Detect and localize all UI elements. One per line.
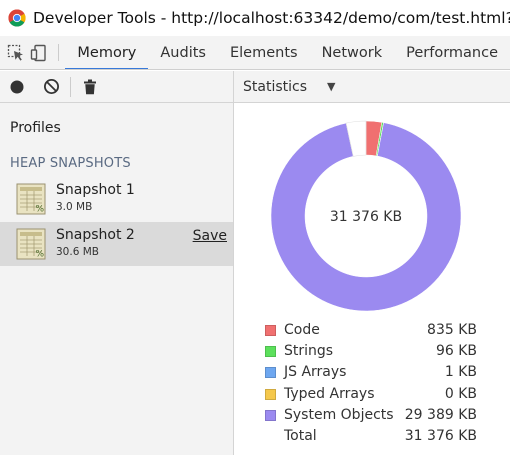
record-icon: [10, 80, 24, 93]
legend-value: 31 376 KB: [404, 427, 477, 444]
legend-row-strings: Strings 96 KB: [263, 342, 483, 363]
statistics-legend: Code 835 KB Strings 96 KB JS Arrays 1 KB Typed…: [263, 321, 483, 448]
legend-row-js-arrays: JS Arrays 1 KB: [263, 363, 483, 384]
snapshot-size: 3.0 MB: [56, 201, 93, 213]
legend-row-typed-arrays: Typed Arrays 0 KB: [263, 385, 483, 406]
memory-toolbar: Statistics ▼: [0, 71, 510, 103]
clear-icon: [43, 79, 59, 94]
legend-label: Typed Arrays: [284, 385, 375, 402]
record-button[interactable]: [0, 71, 34, 102]
legend-label: JS Arrays: [284, 364, 347, 381]
inspect-element-icon[interactable]: [4, 36, 27, 69]
devtools-tabbar: Memory Audits Elements Network Performan…: [0, 36, 510, 70]
donut-center-label: 31 376 KB: [330, 209, 402, 225]
tab-performance[interactable]: Performance: [394, 36, 510, 69]
snapshot-name: Snapshot 2: [56, 227, 135, 243]
legend-value: 96 KB: [435, 343, 477, 360]
profile-controls: [0, 71, 234, 102]
memory-donut-chart: 31 376 KB: [270, 120, 462, 312]
legend-label: Strings: [284, 343, 334, 360]
chrome-logo-icon: [8, 9, 26, 27]
legend-row-system-objects: System Objects 29 389 KB: [263, 406, 483, 427]
tab-elements[interactable]: Elements: [218, 36, 310, 69]
legend-swatch: [265, 388, 276, 400]
trash-icon: [84, 79, 96, 94]
tab-network[interactable]: Network: [310, 36, 395, 69]
legend-swatch: [265, 325, 276, 336]
snapshot-item-2[interactable]: % Snapshot 2 30.6 MB Save: [0, 222, 233, 266]
heap-snapshots-heading: HEAP SNAPSHOTS: [10, 156, 131, 171]
legend-label: Total: [284, 427, 317, 444]
legend-value: 29 389 KB: [404, 406, 477, 423]
profiles-sidebar: Profiles HEAP SNAPSHOTS % Snapshot 1 3.0…: [0, 103, 234, 455]
save-snapshot-link[interactable]: Save: [193, 228, 227, 244]
heap-snapshot-icon: %: [16, 183, 46, 215]
statistics-panel: 31 376 KB Code 835 KB Strings 96 KB JS Array…: [235, 103, 510, 455]
window-titlebar: Developer Tools - http://localhost:63342…: [0, 0, 510, 36]
snapshot-name: Snapshot 1: [56, 182, 135, 198]
toolbar-separator: [70, 76, 71, 97]
view-select[interactable]: Statistics ▼: [235, 71, 335, 102]
legend-label: Code: [284, 322, 320, 338]
profiles-heading: Profiles: [10, 120, 61, 136]
legend-row-code: Code 835 KB: [263, 321, 483, 342]
legend-swatch: [265, 409, 276, 421]
legend-row-total: Total 31 376 KB: [263, 427, 483, 448]
chevron-down-icon: ▼: [327, 80, 336, 93]
view-select-value: Statistics: [243, 78, 307, 95]
device-toolbar-icon[interactable]: [27, 36, 50, 69]
legend-label: System Objects: [284, 406, 394, 423]
tab-memory[interactable]: Memory: [65, 36, 149, 69]
svg-text:%: %: [36, 205, 45, 215]
snapshot-item-1[interactable]: % Snapshot 1 3.0 MB: [0, 177, 233, 221]
heap-snapshot-icon: %: [16, 228, 46, 260]
tab-separator: [57, 44, 59, 61]
snapshot-size: 30.6 MB: [56, 246, 99, 258]
legend-swatch: [265, 367, 276, 379]
clear-button[interactable]: [34, 71, 68, 102]
collect-garbage-button[interactable]: [73, 71, 107, 102]
svg-text:%: %: [36, 250, 45, 260]
window-title: Developer Tools - http://localhost:63342…: [33, 9, 510, 27]
legend-swatch: [265, 346, 276, 358]
tab-audits[interactable]: Audits: [148, 36, 218, 69]
legend-value: 0 KB: [444, 385, 477, 402]
legend-value: 1 KB: [444, 364, 477, 381]
legend-value: 835 KB: [427, 322, 477, 338]
